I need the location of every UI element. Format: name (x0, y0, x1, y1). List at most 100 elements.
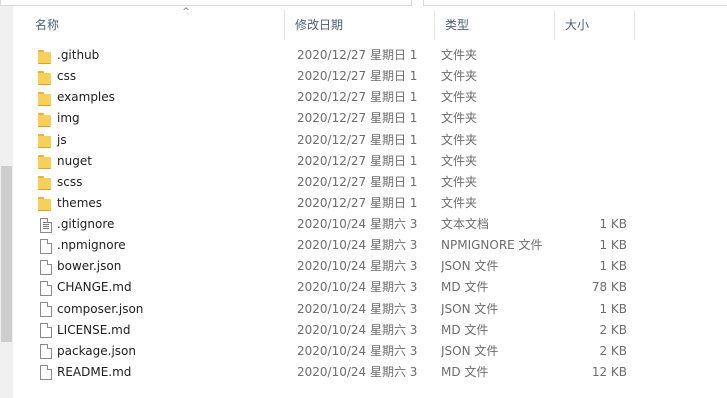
column-type-label: 类型 (445, 18, 470, 32)
file-date: 2020/12/27 星期日 1... (297, 132, 417, 147)
file-row[interactable]: LICENSE.md 2020/10/24 星期六 3:... MD 文件 2 KB (13, 320, 713, 341)
file-size: 2 KB (599, 322, 627, 337)
file-name: img (57, 111, 80, 126)
file-size: 78 KB (591, 280, 627, 295)
file-row[interactable]: CHANGE.md 2020/10/24 星期六 3:... MD 文件 78 KB (13, 277, 713, 298)
file-type: JSON 文件 (441, 343, 499, 358)
file-date: 2020/12/27 星期日 1... (297, 48, 417, 62)
file-name-cell: composer.json (37, 299, 292, 320)
file-date: 2020/10/24 星期六 3:... (297, 322, 417, 337)
file-type: 文件夹 (441, 69, 478, 84)
file-date: 2020/12/27 星期日 1... (297, 111, 417, 126)
file-size: 12 KB (591, 364, 627, 379)
folder-icon (37, 153, 53, 170)
address-bar[interactable] (0, 0, 412, 6)
column-name-header[interactable]: 名称 ^ (25, 7, 285, 40)
file-name-cell: examples (37, 87, 292, 108)
file-type: 文件夹 (441, 111, 478, 126)
scrollbar-thumb[interactable] (1, 166, 12, 342)
file-date: 2020/10/24 星期六 3:... (297, 280, 417, 295)
file-name: .npmignore (57, 238, 126, 253)
file-name: js (57, 132, 67, 147)
file-name: scss (57, 174, 83, 189)
file-size (553, 45, 627, 66)
folder-icon (37, 48, 53, 64)
file-icon (37, 322, 53, 339)
file-name-cell: themes (37, 193, 292, 214)
file-name: CHANGE.md (57, 280, 132, 295)
file-name-cell: scss (37, 172, 292, 193)
file-name: examples (57, 90, 115, 105)
file-type: MD 文件 (441, 322, 489, 337)
column-type-header[interactable]: 类型 (435, 10, 555, 40)
file-name-cell: css (37, 66, 292, 87)
file-name: composer.json (57, 301, 144, 316)
file-name-cell: bower.json (37, 256, 292, 277)
file-row[interactable]: .gitignore 2020/10/24 星期六 3:... 文本文档 1 KB (13, 214, 713, 235)
file-row[interactable]: bower.json 2020/10/24 星期六 3:... JSON 文件 1 K… (13, 256, 713, 277)
file-row[interactable]: css 2020/12/27 星期日 1... 文件夹 (13, 66, 713, 87)
file-size (553, 130, 627, 151)
file-size (553, 151, 627, 172)
file-row[interactable]: composer.json 2020/10/24 星期六 3:... JSON 文件… (13, 299, 713, 320)
file-row[interactable]: README.md 2020/10/24 星期六 3:... MD 文件 12 KB (13, 362, 713, 383)
text-file-icon (37, 217, 53, 233)
column-date-label: 修改日期 (295, 18, 344, 32)
file-date: 2020/10/24 星期六 3:... (297, 259, 417, 274)
file-name: bower.json (57, 259, 122, 274)
file-row[interactable]: nuget 2020/12/27 星期日 1... 文件夹 (13, 151, 713, 172)
file-date: 2020/12/27 星期日 1... (297, 69, 417, 84)
search-box[interactable] (423, 0, 727, 6)
file-name-cell: .github (37, 45, 292, 66)
file-row[interactable]: img 2020/12/27 星期日 1... 文件夹 (13, 108, 713, 129)
file-type: 文件夹 (441, 174, 478, 189)
column-header: 名称 ^ 修改日期 类型 大小 (13, 7, 713, 40)
file-size (553, 87, 627, 108)
file-name: .github (57, 48, 100, 62)
folder-icon (37, 111, 53, 127)
file-name: README.md (57, 364, 132, 379)
file-date: 2020/12/27 星期日 1... (297, 90, 417, 105)
file-name-cell: js (37, 130, 292, 151)
file-type: MD 文件 (441, 364, 489, 379)
column-date-header[interactable]: 修改日期 (285, 10, 435, 40)
file-type: JSON 文件 (441, 301, 499, 316)
file-type: 文件夹 (441, 90, 478, 105)
sort-ascending-icon: ^ (182, 7, 190, 17)
file-name-cell: img (37, 108, 292, 129)
folder-icon (37, 174, 53, 191)
file-size (553, 66, 627, 87)
file-type: 文件夹 (441, 195, 478, 210)
file-date: 2020/12/27 星期日 1... (297, 153, 417, 168)
file-row[interactable]: .github 2020/12/27 星期日 1... 文件夹 (13, 45, 713, 66)
file-icon (37, 259, 53, 275)
file-date: 2020/10/24 星期六 3:... (297, 217, 417, 232)
file-size: 1 KB (599, 238, 627, 253)
file-row[interactable]: js 2020/12/27 星期日 1... 文件夹 (13, 130, 713, 151)
file-name-cell: nuget (37, 151, 292, 172)
file-name: themes (57, 195, 103, 210)
file-name-cell: CHANGE.md (37, 277, 292, 298)
file-type: 文件夹 (441, 153, 478, 168)
file-name-cell: README.md (37, 362, 292, 383)
file-row[interactable]: examples 2020/12/27 星期日 1... 文件夹 (13, 87, 713, 108)
file-row[interactable]: themes 2020/12/27 星期日 1... 文件夹 (13, 193, 713, 214)
vertical-scrollbar[interactable] (0, 6, 13, 398)
file-icon (37, 238, 53, 254)
file-icon (37, 280, 53, 296)
file-size: 1 KB (599, 217, 627, 232)
file-type: JSON 文件 (441, 259, 499, 274)
file-icon (37, 301, 53, 318)
file-name-cell: package.json (37, 341, 292, 362)
column-size-header[interactable]: 大小 (555, 10, 635, 40)
file-size: 1 KB (599, 259, 627, 274)
file-row[interactable]: .npmignore 2020/10/24 星期六 3:... NPMIGNORE … (13, 235, 713, 256)
file-type: MD 文件 (441, 280, 489, 295)
file-icon (37, 343, 53, 360)
file-row[interactable]: package.json 2020/10/24 星期六 3:... JSON 文件 2… (13, 341, 713, 362)
file-row[interactable]: scss 2020/12/27 星期日 1... 文件夹 (13, 172, 713, 193)
file-name: LICENSE.md (57, 322, 131, 337)
file-name-cell: .gitignore (37, 214, 292, 235)
file-size (553, 108, 627, 129)
column-name-label: 名称 (35, 18, 60, 32)
